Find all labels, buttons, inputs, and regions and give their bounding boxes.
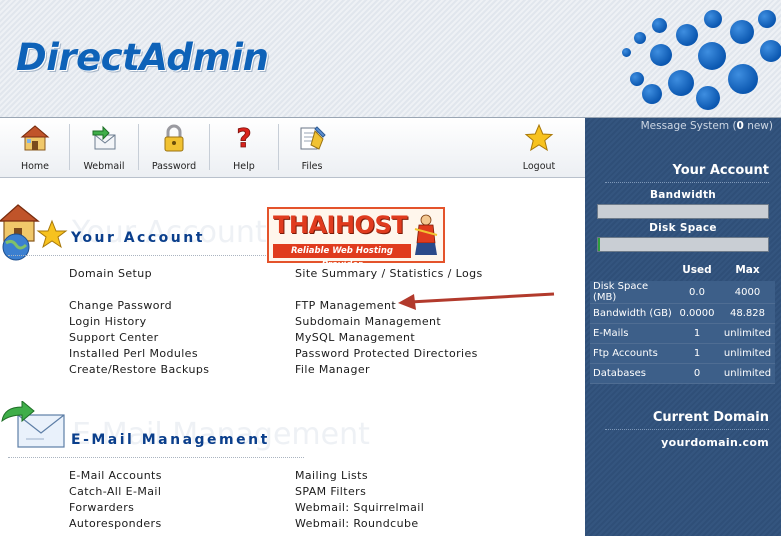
link-create-restore-backups[interactable]: Create/Restore Backups [69,363,209,376]
link-installed-perl-modules[interactable]: Installed Perl Modules [69,347,198,360]
link-site-summary-statistics-logs[interactable]: Site Summary / Statistics / Logs [295,267,483,280]
usage-row-bandwidth-gb: Bandwidth (GB) 0.0000 48.828 [590,303,775,324]
link-domain-setup[interactable]: Domain Setup [69,267,152,280]
thaihost-banner[interactable]: THAIHOST Reliable Web Hosting Provider [267,207,445,270]
link-mysql-management[interactable]: MySQL Management [295,331,415,344]
link-catch-all-e-mail[interactable]: Catch-All E-Mail [69,485,161,498]
disk-space-bar-fill [598,238,600,251]
bubbles-decoration [612,10,781,116]
usage-row-databases: Databases 0 unlimited [590,363,775,384]
usage-cell-used: 1 [674,323,720,344]
usage-cell-max: unlimited [720,323,775,344]
link-password-protected-directories[interactable]: Password Protected Directories [295,347,478,360]
star-icon [524,123,554,152]
usage-cell-used: 0.0 [674,281,720,304]
usage-cell-max: unlimited [720,343,775,364]
home-icon [20,125,50,151]
toolbar-logout-label: Logout [522,161,556,172]
usage-cell-used: 0 [674,363,720,384]
usage-row-ftp-accounts: Ftp Accounts 1 unlimited [590,343,775,364]
usage-cell-used: 1 [674,343,720,364]
toolbar-password-button[interactable]: Password [139,118,209,178]
webmail-icon [92,125,116,150]
usage-header-max: Max [735,264,760,276]
link-e-mail-accounts[interactable]: E-Mail Accounts [69,469,162,482]
usage-header-row: Used Max [590,259,775,281]
usage-cell-name: Bandwidth (GB) [590,303,674,324]
mascot-icon [414,214,438,255]
link-login-history[interactable]: Login History [69,315,147,328]
usage-table-body: Disk Space (MB) 0.0 4000 Bandwidth (GB) 0.00… [590,281,775,384]
current-domain-name[interactable]: yourdomain.com [661,436,769,449]
toolbar-help-label: Help [233,161,255,172]
account-panel: Message System (0 new) Your Account Band… [585,118,781,536]
account-panel-title: Your Account [672,163,769,178]
section-divider [8,255,266,256]
email-management-icon [1,401,65,448]
disk-space-bar [597,237,769,252]
usage-table: Used Max Disk Space (MB) 0.0 4000 Bandwidth… [590,259,775,384]
link-forwarders[interactable]: Forwarders [69,501,134,514]
banner-tagline: Reliable Web Hosting Provider [273,244,411,270]
section-divider [8,457,304,458]
toolbar-webmail-label: Webmail [83,161,125,172]
usage-cell-max: 48.828 [720,303,775,324]
message-system-link[interactable]: Message System (0 new) [585,120,781,132]
link-spam-filters[interactable]: SPAM Filters [295,485,366,498]
usage-cell-used: 0.0000 [674,303,720,324]
toolbar-home-label: Home [20,161,50,172]
main-content: Your Account Your Account THAIHOST Relia… [0,179,585,536]
app-logo[interactable]: DirectAdmin [16,36,269,79]
link-change-password[interactable]: Change Password [69,299,172,312]
toolbar-help-button[interactable]: ? Help [210,118,278,178]
red-arrow-annotation [398,292,555,310]
usage-header-used: Used [682,264,712,276]
link-autoresponders[interactable]: Autoresponders [69,517,162,530]
help-icon: ? [236,124,252,153]
email-management-title: E-Mail Management [71,432,270,448]
banner-title: THAIHOST [273,211,408,239]
toolbar-logout-button[interactable]: Logout [506,118,572,178]
toolbar-files-label: Files [301,161,323,172]
toolbar-password-label: Password [151,161,197,172]
bandwidth-bar [597,204,769,219]
link-ftp-management[interactable]: FTP Management [295,299,396,312]
usage-header-blank [590,259,674,281]
toolbar-home-button[interactable]: Home [0,118,70,178]
header-banner: DirectAdmin [0,0,781,118]
panel-divider [605,182,769,183]
usage-cell-name: E-Mails [590,323,674,344]
panel-divider [605,429,769,430]
disk-space-label: Disk Space [649,222,717,234]
toolbar-webmail-button[interactable]: Webmail [70,118,138,178]
message-system-suffix: new) [743,120,773,132]
current-domain-title: Current Domain [652,410,769,425]
message-count: 0 [736,120,744,132]
files-icon [300,126,326,150]
link-subdomain-management[interactable]: Subdomain Management [295,315,441,328]
toolbar-files-button[interactable]: Files [279,118,345,178]
usage-cell-name: Ftp Accounts [590,343,674,364]
link-mailing-lists[interactable]: Mailing Lists [295,469,368,482]
usage-cell-max: unlimited [720,363,775,384]
bandwidth-label: Bandwidth [649,189,717,201]
lock-icon [164,124,184,152]
link-webmail-roundcube[interactable]: Webmail: Roundcube [295,517,419,530]
your-account-title: Your Account [71,230,205,246]
toolbar: Home Webmail Password ? Help Files Logou… [0,118,585,178]
link-support-center[interactable]: Support Center [69,331,159,344]
link-file-manager[interactable]: File Manager [295,363,370,376]
message-system-prefix: Message System ( [640,120,737,132]
your-account-icon [0,204,68,261]
svg-text:?: ? [236,124,251,153]
usage-row-disk-space-mb: Disk Space (MB) 0.0 4000 [590,281,775,304]
usage-cell-name: Disk Space (MB) [590,281,674,304]
usage-cell-max: 4000 [720,281,775,304]
usage-cell-name: Databases [590,363,674,384]
link-webmail-squirrelmail[interactable]: Webmail: Squirrelmail [295,501,424,514]
usage-row-e-mails: E-Mails 1 unlimited [590,323,775,344]
